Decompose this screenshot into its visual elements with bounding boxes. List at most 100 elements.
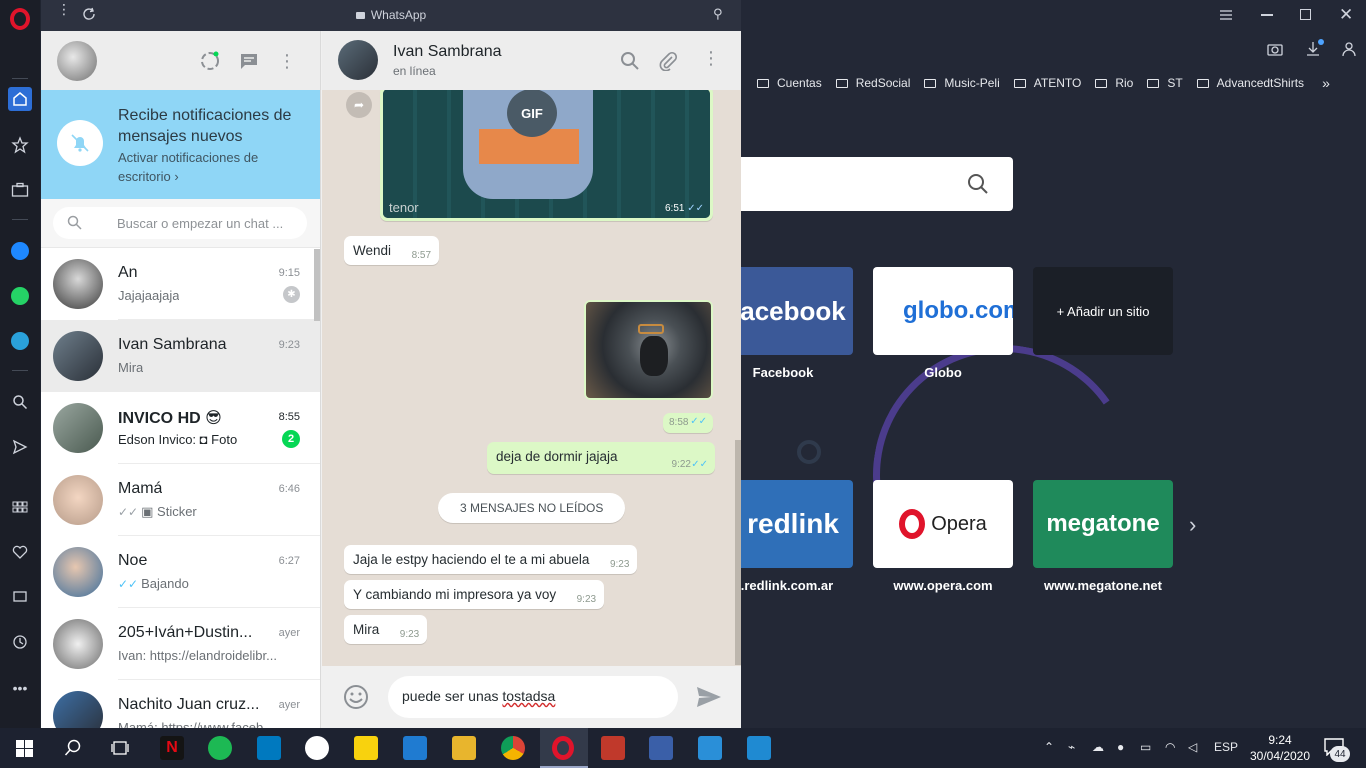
whatsapp-window: ⋮ WhatsApp ⚲ ⋮ Recibe notificaciones de … [41, 0, 741, 728]
scrollbar[interactable] [735, 440, 741, 665]
tile-add-site[interactable]: + Añadir un sitio [1033, 267, 1173, 355]
notification-banner[interactable]: Recibe notificaciones de mensajes nuevos… [41, 90, 320, 199]
bookmark-atento[interactable]: ATENTO [1013, 76, 1081, 90]
chat-item-205-group[interactable]: 205+Iván+Dustin... ayer Ivan: https://el… [41, 608, 320, 680]
tabs-icon[interactable] [8, 585, 32, 609]
history-icon[interactable] [8, 630, 32, 654]
tile-megatone[interactable]: megatone [1033, 480, 1173, 568]
attach-icon[interactable] [658, 51, 678, 76]
message-bubble[interactable]: deja de dormir jajaja 9:22 ✓✓ [487, 442, 715, 474]
chrome-icon[interactable] [501, 736, 525, 760]
tile-globo[interactable]: globo.com [873, 267, 1013, 355]
image-message[interactable] [584, 300, 713, 400]
enable-notifications-link[interactable]: Activar notificaciones de escritorio › [118, 148, 288, 186]
bookmark-cuentas[interactable]: Cuentas [757, 76, 822, 90]
app-icon[interactable] [649, 736, 673, 760]
chat-item-mama[interactable]: Mamá 6:46 ✓✓ ▣ Sticker [41, 464, 320, 536]
forward-icon[interactable]: ➦ [346, 92, 372, 118]
message-bubble[interactable]: Y cambiando mi impresora ya voy 9:23 [344, 580, 605, 609]
clock[interactable]: 9:24 30/04/2020 [1246, 732, 1314, 764]
chevron-right-icon[interactable]: › [1189, 512, 1196, 538]
onedrive-icon[interactable]: ☁ [1092, 740, 1104, 754]
bookmark-advancedtshirts[interactable]: AdvancedtShirts [1196, 76, 1304, 90]
search-icon[interactable] [64, 739, 82, 762]
search-icon[interactable] [967, 173, 989, 200]
tile-facebook[interactable]: acebook [741, 267, 853, 355]
pin-icon[interactable]: ⚲ [713, 6, 723, 22]
spotify-icon[interactable] [208, 736, 232, 760]
emoji-icon[interactable] [343, 684, 369, 715]
minimize-icon[interactable] [1261, 14, 1273, 16]
chat-item-noe[interactable]: Noe 6:27 ✓✓ Bajando [41, 536, 320, 608]
status-icon[interactable] [199, 50, 221, 72]
search-icon[interactable] [8, 390, 32, 414]
task-view-icon[interactable] [111, 740, 129, 761]
chat-item-an[interactable]: An 9:15 Jajajaajaja ✱ [41, 248, 320, 320]
netflix-icon[interactable]: N [160, 736, 184, 760]
send-icon[interactable] [8, 435, 32, 459]
camera-icon[interactable] [1267, 42, 1283, 61]
grid-icon[interactable] [8, 495, 32, 519]
bookmark-st[interactable]: ST [1147, 76, 1183, 90]
vscode-icon[interactable] [747, 736, 771, 760]
opera-logo-icon[interactable] [10, 8, 30, 30]
briefcase-icon[interactable] [8, 178, 32, 202]
star-icon[interactable] [8, 133, 32, 157]
message-time: 9:23 [576, 594, 597, 605]
scrollbar[interactable] [314, 249, 320, 321]
home-icon[interactable] [8, 87, 32, 111]
message-bubble[interactable]: Wendi 8:57 [344, 236, 440, 265]
bookmark-music-peli[interactable]: Music-Peli [924, 76, 1000, 90]
menu-icon[interactable]: ⋮ [702, 48, 720, 69]
sticky-notes-icon[interactable] [354, 736, 378, 760]
microphone-icon[interactable]: ● [1117, 740, 1124, 754]
chevron-right-icon[interactable]: » [1322, 75, 1330, 91]
whatsapp-icon[interactable] [8, 284, 32, 308]
telegram-icon[interactable] [8, 329, 32, 353]
menu-icon[interactable] [1219, 8, 1233, 27]
search-box[interactable] [53, 207, 307, 239]
message-bubble[interactable]: Mira 9:23 [344, 615, 428, 644]
tile-redlink[interactable]: redlink [741, 480, 853, 568]
speed-dial-search[interactable] [741, 157, 1013, 211]
message-input[interactable]: puede ser unas tostadsa [388, 676, 678, 718]
avatar[interactable] [338, 40, 378, 80]
gif-message[interactable]: GIF tenor 6:51 ✓✓ [380, 90, 713, 221]
chat-item-ivan-sambrana[interactable]: Ivan Sambrana 9:23 Mira [41, 320, 320, 392]
close-icon[interactable]: ✕ [1339, 5, 1353, 25]
language-indicator[interactable]: ESP [1214, 740, 1238, 754]
menu-icon[interactable]: ⋮ [276, 50, 298, 72]
volume-icon[interactable]: ◁ [1188, 740, 1197, 754]
send-icon[interactable] [696, 686, 722, 713]
chat-item-nachito[interactable]: Nachito Juan cruz... ayer Mamá: https://… [41, 680, 320, 728]
mail-icon[interactable] [403, 736, 427, 760]
slack-icon[interactable] [305, 736, 329, 760]
wifi-icon[interactable]: ◠ [1165, 740, 1175, 754]
new-chat-icon[interactable] [238, 50, 260, 72]
bookmark-rio[interactable]: Rio [1095, 76, 1133, 90]
message-bubble[interactable]: Jaja le estpy haciendo el te a mi abuela… [344, 545, 638, 574]
file-explorer-icon[interactable] [452, 736, 476, 760]
chevron-up-icon[interactable]: ⌃ [1044, 740, 1054, 754]
messenger-icon[interactable] [8, 239, 32, 263]
avatar[interactable] [57, 41, 97, 81]
chat-item-invico-hd[interactable]: INVICO HD 😎 8:55 Edson Invico: ◘ Foto 2 [41, 392, 320, 464]
search-icon[interactable] [620, 51, 640, 76]
heart-icon[interactable] [8, 540, 32, 564]
trello-icon[interactable] [257, 736, 281, 760]
app-icon[interactable] [698, 736, 722, 760]
windows-start-icon[interactable] [16, 740, 33, 762]
app-icon[interactable] [601, 736, 625, 760]
search-input[interactable] [117, 214, 297, 232]
battery-icon[interactable]: ▭ [1140, 740, 1151, 754]
gif-badge[interactable]: GIF [507, 90, 557, 137]
chat-time: 8:55 [278, 411, 300, 423]
taskbar-active-app[interactable] [540, 728, 588, 768]
usb-icon[interactable]: ⌁ [1068, 740, 1075, 754]
user-icon[interactable] [1341, 41, 1357, 62]
maximize-icon[interactable] [1300, 9, 1311, 20]
conversation-header[interactable]: Ivan Sambrana en línea ⋮ [322, 31, 741, 90]
more-icon[interactable]: ••• [8, 676, 32, 700]
tile-opera[interactable]: Opera [873, 480, 1013, 568]
bookmark-redsocial[interactable]: RedSocial [835, 76, 910, 90]
